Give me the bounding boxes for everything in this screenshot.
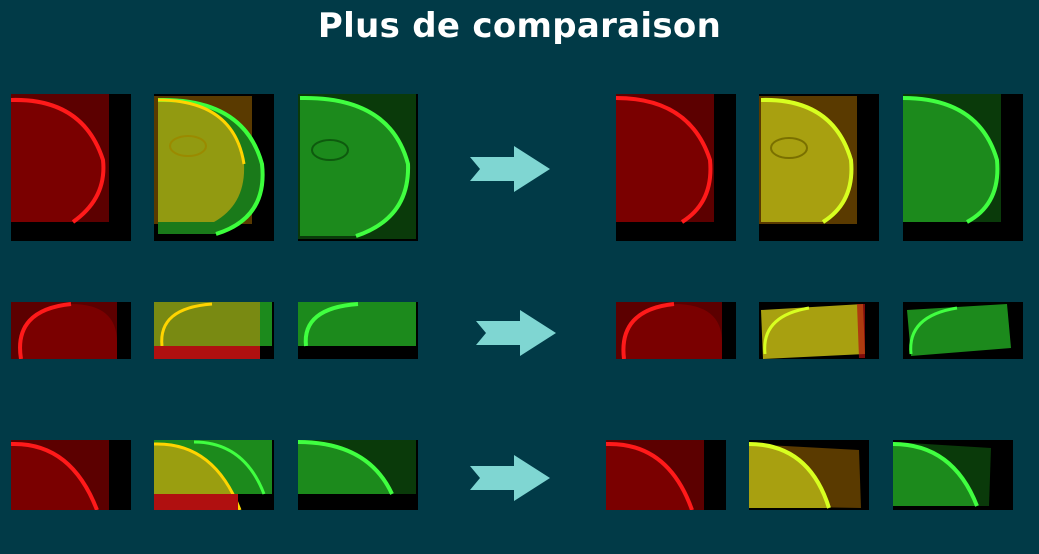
row3-after-overlay-image xyxy=(749,440,869,510)
right-arrow-icon xyxy=(476,310,556,356)
row2-after-overlay-image xyxy=(759,302,879,359)
right-arrow-icon xyxy=(470,146,550,192)
row3-after-green-image xyxy=(893,440,1013,510)
row3-before-green-image xyxy=(298,440,418,510)
row1-before-green-image xyxy=(298,94,418,241)
right-arrow-icon xyxy=(470,455,550,501)
row2-before-red-image xyxy=(11,302,131,359)
row2-before-overlay-image xyxy=(154,302,274,359)
row3-before-red-image xyxy=(11,440,131,510)
row2-after-red-image xyxy=(616,302,736,359)
row2-after-green-image xyxy=(903,302,1023,359)
row1-after-green-image xyxy=(903,94,1023,241)
row1-after-red-image xyxy=(616,94,736,241)
row2-before-green-image xyxy=(298,302,418,359)
slide-title: Plus de comparaison xyxy=(317,6,722,46)
row1-after-overlay-image xyxy=(759,94,879,241)
row3-before-overlay-image xyxy=(154,440,274,510)
row1-before-overlay-image xyxy=(154,94,274,241)
row1-before-red-image xyxy=(11,94,131,241)
row3-after-red-image xyxy=(606,440,726,510)
